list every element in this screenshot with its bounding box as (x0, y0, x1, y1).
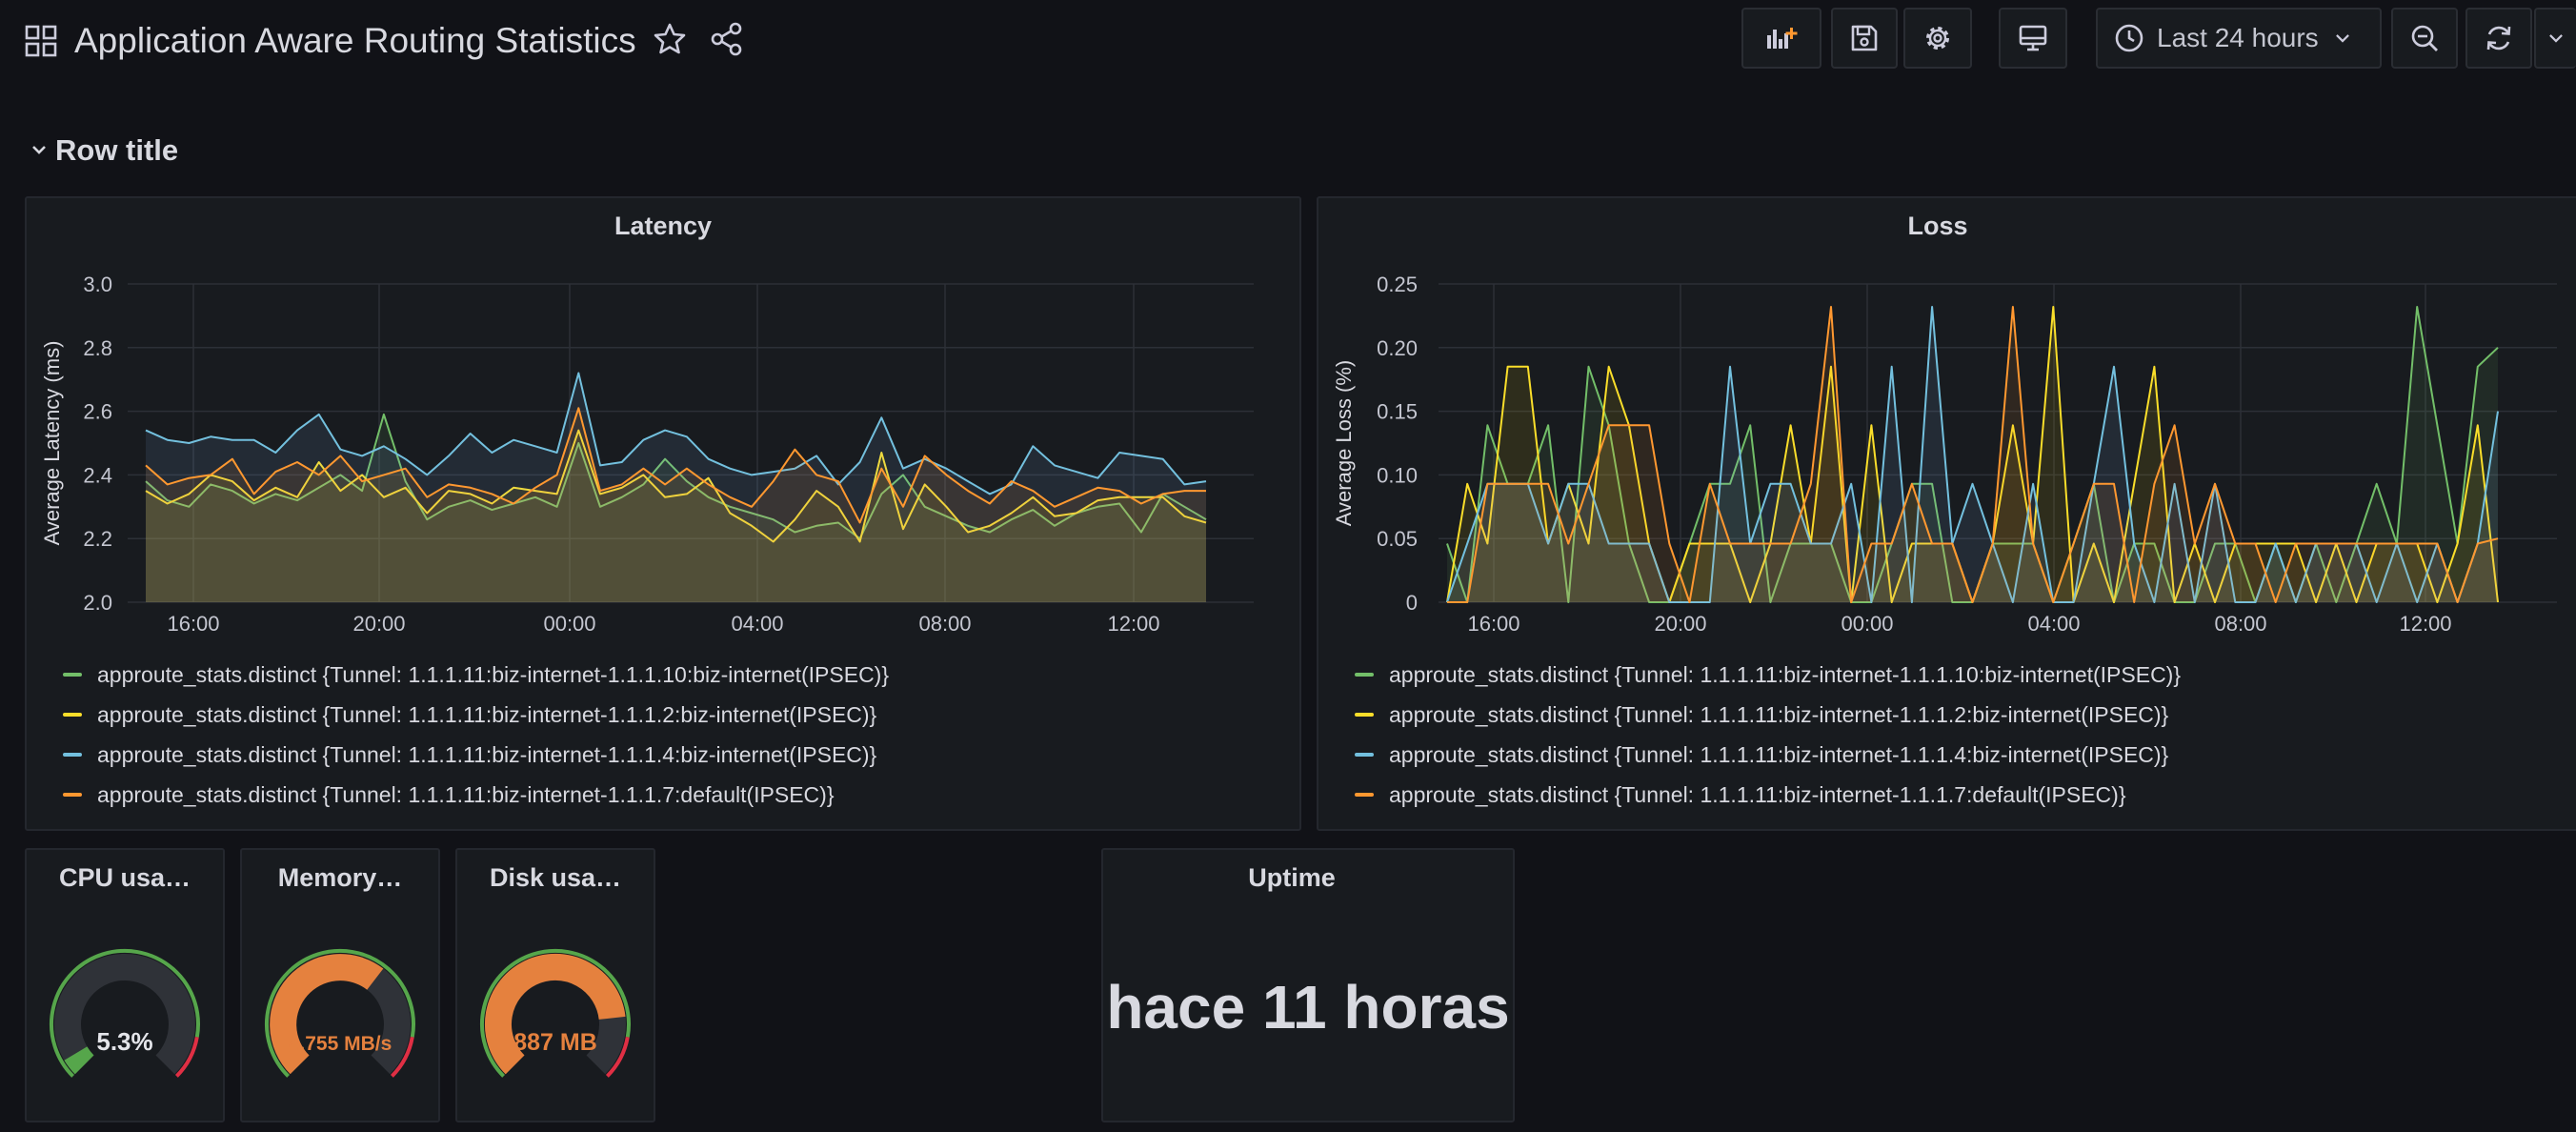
cycle-view-mode-button[interactable] (1999, 8, 2067, 69)
uptime-title[interactable]: Uptime (1101, 863, 1482, 893)
chevron-down-icon (2335, 34, 2349, 43)
time-range-label: Last 24 hours (2157, 23, 2319, 52)
latency-legend: approute_stats.distinct {Tunnel: 1.1.1.1… (63, 655, 889, 815)
legend-label: approute_stats.distinct {Tunnel: 1.1.1.1… (97, 741, 877, 767)
legend-swatch (63, 753, 82, 757)
apps-grid-icon[interactable] (25, 25, 57, 57)
star-icon[interactable] (652, 21, 688, 57)
chevron-down-icon (2549, 34, 2563, 43)
add-panel-button[interactable] (1741, 8, 1821, 69)
legend-label: approute_stats.distinct {Tunnel: 1.1.1.1… (97, 781, 835, 807)
refresh-icon (2486, 26, 2511, 51)
save-dashboard-button[interactable] (1831, 8, 1898, 69)
legend-swatch (63, 673, 82, 677)
add-panel-icon (1767, 28, 1798, 49)
legend-swatch (63, 793, 82, 797)
legend-item[interactable]: approute_stats.distinct {Tunnel: 1.1.1.1… (1355, 695, 2181, 735)
cpu-usage-title[interactable]: CPU usa… (25, 863, 225, 893)
legend-label: approute_stats.distinct {Tunnel: 1.1.1.1… (1389, 701, 2169, 727)
clock-icon (2115, 24, 2143, 52)
page-title[interactable]: Application Aware Routing Statistics (74, 21, 636, 61)
legend-swatch (1355, 753, 1374, 757)
refresh-button[interactable] (2465, 8, 2532, 69)
save-icon (1851, 25, 1878, 51)
zoom-out-icon (2411, 25, 2438, 51)
row-title[interactable]: Row title (55, 133, 178, 168)
legend-swatch (1355, 673, 1374, 677)
legend-label: approute_stats.distinct {Tunnel: 1.1.1.1… (1389, 781, 2126, 807)
loss-panel-title[interactable]: Loss (1317, 212, 2559, 241)
disk-usage-title[interactable]: Disk usa… (455, 863, 655, 893)
gear-icon (1926, 27, 1949, 50)
legend-label: approute_stats.distinct {Tunnel: 1.1.1.1… (97, 661, 890, 687)
legend-item[interactable]: approute_stats.distinct {Tunnel: 1.1.1.1… (1355, 775, 2181, 815)
legend-swatch (1355, 713, 1374, 717)
legend-item[interactable]: approute_stats.distinct {Tunnel: 1.1.1.1… (63, 655, 889, 695)
row-collapse-chevron-icon[interactable] (29, 139, 50, 160)
legend-item[interactable]: approute_stats.distinct {Tunnel: 1.1.1.1… (63, 775, 889, 815)
dashboard-header: Application Aware Routing Statistics Las… (0, 0, 2576, 82)
memory-title[interactable]: Memory… (240, 863, 440, 893)
legend-swatch (1355, 793, 1374, 797)
monitor-icon (2019, 25, 2047, 51)
legend-item[interactable]: approute_stats.distinct {Tunnel: 1.1.1.1… (63, 735, 889, 775)
legend-swatch (63, 713, 82, 717)
dashboard-settings-button[interactable] (1903, 8, 1972, 69)
legend-label: approute_stats.distinct {Tunnel: 1.1.1.1… (1389, 661, 2182, 687)
time-picker-button[interactable]: Last 24 hours (2096, 8, 2382, 69)
legend-item[interactable]: approute_stats.distinct {Tunnel: 1.1.1.1… (63, 695, 889, 735)
zoom-out-button[interactable] (2391, 8, 2458, 69)
legend-label: approute_stats.distinct {Tunnel: 1.1.1.1… (1389, 741, 2169, 767)
legend-label: approute_stats.distinct {Tunnel: 1.1.1.1… (97, 701, 877, 727)
latency-panel-title[interactable]: Latency (25, 212, 1301, 241)
uptime-value: hace 11 horas (1106, 973, 1510, 1041)
loss-legend: approute_stats.distinct {Tunnel: 1.1.1.1… (1355, 655, 2181, 815)
legend-item[interactable]: approute_stats.distinct {Tunnel: 1.1.1.1… (1355, 655, 2181, 695)
legend-item[interactable]: approute_stats.distinct {Tunnel: 1.1.1.1… (1355, 735, 2181, 775)
share-icon[interactable] (709, 21, 745, 57)
refresh-interval-button[interactable] (2534, 8, 2576, 69)
